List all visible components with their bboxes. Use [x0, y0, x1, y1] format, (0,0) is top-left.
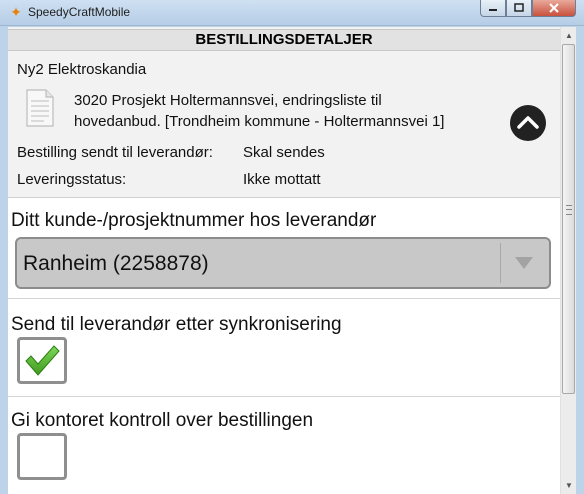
collapse-button[interactable]: [510, 105, 546, 141]
document-icon: [26, 89, 54, 127]
delivery-status-label: Leveringsstatus:: [17, 171, 127, 188]
scroll-down-icon[interactable]: ▼: [561, 477, 576, 494]
checkmark-icon: [25, 345, 60, 376]
maximize-icon: [514, 3, 524, 12]
window-title: SpeedyCraftMobile: [28, 5, 131, 19]
scroll-up-icon[interactable]: ▲: [561, 27, 576, 44]
chevron-down-icon[interactable]: [515, 257, 533, 269]
client-area: BESTILLINGSDETALJER Ny2 Elektroskandia 3…: [8, 27, 576, 494]
office-control-label: Gi kontoret kontroll over bestillingen: [11, 410, 314, 431]
divider: [8, 396, 560, 397]
divider: [8, 298, 560, 299]
order-sent-value: Skal sendes: [243, 144, 325, 161]
section-header: BESTILLINGSDETALJER: [8, 29, 560, 51]
dropdown-separator: [500, 243, 501, 283]
maximize-button[interactable]: [506, 0, 532, 17]
order-description-line1: 3020 Prosjekt Holtermannsvei, endringsli…: [74, 92, 382, 109]
minimize-icon: [489, 9, 497, 11]
scrollbar-thumb[interactable]: [562, 44, 575, 394]
customer-number-label: Ditt kunde-/prosjektnummer hos leverandø…: [11, 210, 377, 231]
send-after-sync-checkbox[interactable]: [17, 337, 67, 384]
app-star-icon: ✦: [10, 4, 22, 20]
send-after-sync-label: Send til leverandør etter synkronisering: [11, 314, 342, 335]
order-sent-label: Bestilling sendt til leverandør:: [17, 144, 213, 161]
close-button[interactable]: [532, 0, 576, 17]
close-icon: [549, 3, 559, 13]
supplier-name: Ny2 Elektroskandia: [17, 61, 147, 78]
window-controls: [480, 0, 576, 18]
order-details-panel: BESTILLINGSDETALJER Ny2 Elektroskandia 3…: [8, 27, 560, 494]
chevron-up-icon: [517, 116, 539, 129]
order-summary: BESTILLINGSDETALJER Ny2 Elektroskandia 3…: [8, 27, 560, 198]
window-titlebar: ✦ SpeedyCraftMobile: [0, 0, 584, 26]
delivery-status-value: Ikke mottatt: [243, 171, 321, 188]
office-control-checkbox[interactable]: [17, 433, 67, 480]
grip-icon: [566, 205, 572, 215]
customer-number-dropdown[interactable]: Ranheim (2258878): [15, 237, 551, 289]
order-description-line2: hovedanbud. [Trondheim kommune - Holterm…: [74, 113, 445, 130]
customer-number-value: Ranheim (2258878): [23, 252, 209, 275]
minimize-button[interactable]: [480, 0, 506, 17]
vertical-scrollbar[interactable]: ▲ ▼: [560, 27, 576, 494]
